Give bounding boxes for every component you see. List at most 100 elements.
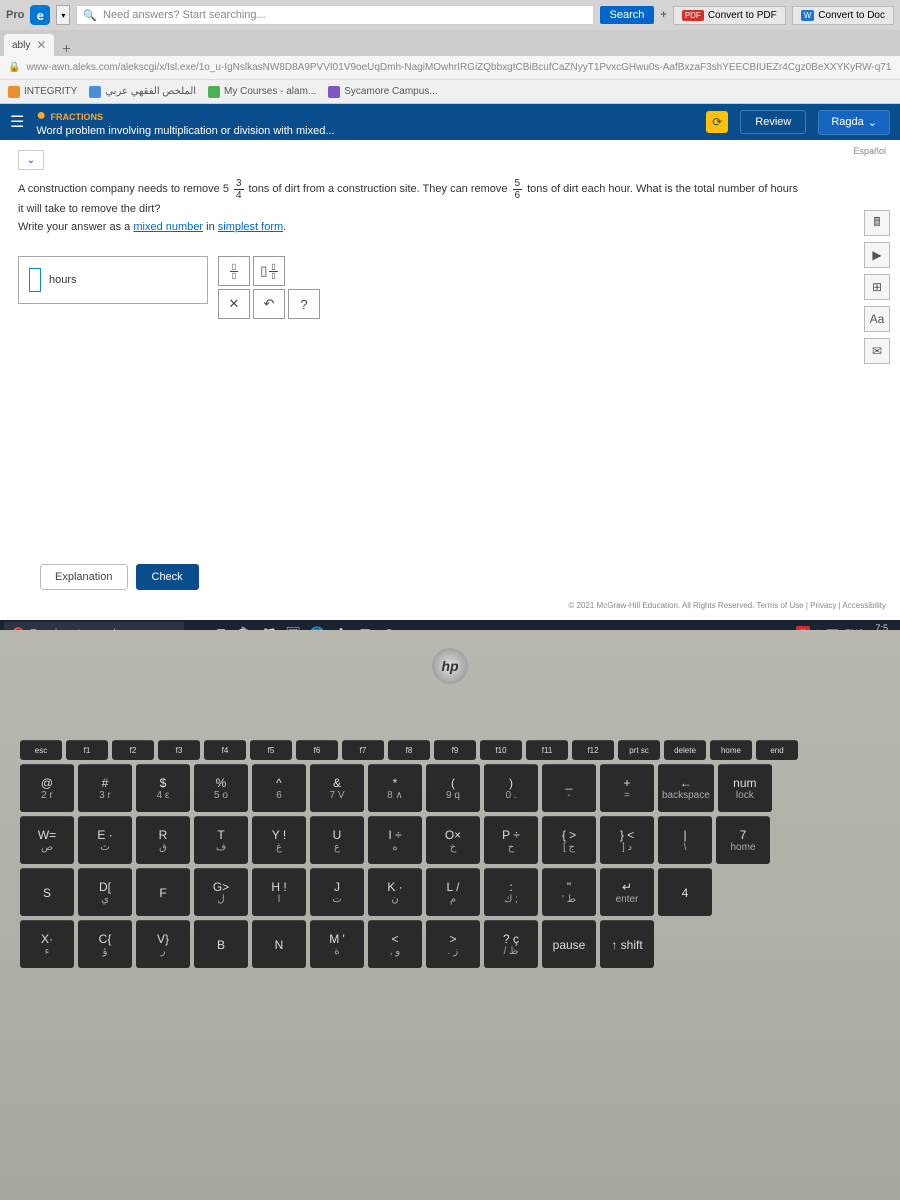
key: M 'ة	[310, 920, 364, 968]
key-f8: f8	[388, 740, 430, 760]
chegg-search-bar[interactable]: 🔍 Need answers? Start searching...	[76, 5, 593, 25]
clear-tool[interactable]: ✕	[218, 289, 250, 319]
key: ↵enter	[600, 868, 654, 916]
undo-tool[interactable]: ↶	[253, 289, 285, 319]
key-f2: f2	[112, 740, 154, 760]
key: Jت	[310, 868, 364, 916]
bookmark-sycamore[interactable]: Sycamore Campus...	[328, 86, 437, 98]
mixed-number-link[interactable]: mixed number	[133, 221, 203, 233]
key: #3 r	[78, 764, 132, 812]
laptop-body: hp escf1f2f3f4f5f6f7f8f9f10f11f12prt scd…	[0, 630, 900, 1200]
bookmark-courses[interactable]: My Courses - alam...	[208, 86, 316, 98]
hamburger-icon[interactable]: ☰	[10, 112, 24, 132]
chevron-down-icon: ⌄	[868, 116, 877, 129]
answer-input-box[interactable]: hours	[18, 256, 208, 304]
key: $4 ε	[136, 764, 190, 812]
check-button[interactable]: Check	[136, 564, 199, 590]
key: *8 ∧	[368, 764, 422, 812]
copyright-text: © 2021 McGraw-Hill Education. All Rights…	[568, 601, 886, 610]
header-text: ● FRACTIONS Word problem involving multi…	[36, 107, 694, 137]
key: } <] د	[600, 816, 654, 864]
search-icon: 🔍	[83, 9, 97, 22]
grid-icon[interactable]: ⊞	[864, 274, 890, 300]
key: B	[194, 920, 248, 968]
key: ^6	[252, 764, 306, 812]
review-button[interactable]: Review	[740, 110, 806, 134]
key: %5 o	[194, 764, 248, 812]
search-button[interactable]: Search	[600, 6, 655, 24]
topic-title: Word problem involving multiplication or…	[36, 125, 694, 137]
new-tab-button[interactable]: +	[54, 40, 78, 56]
key: (9 q	[426, 764, 480, 812]
category-label: FRACTIONS	[50, 112, 103, 122]
key: P ÷ح	[484, 816, 538, 864]
key: W=ص	[20, 816, 74, 864]
content-area: Español ⌄ A construction company needs t…	[0, 140, 900, 620]
url-text: www-awn.aleks.com/alekscgi/x/Isl.exe/1o_…	[26, 62, 892, 73]
convert-pdf-button[interactable]: PDF Convert to PDF	[673, 6, 786, 25]
simplest-form-link[interactable]: simplest form	[218, 221, 283, 233]
url-bar[interactable]: 🔒 www-awn.aleks.com/alekscgi/x/Isl.exe/1…	[0, 56, 900, 80]
hours-label: hours	[49, 274, 77, 286]
key: D[ي	[78, 868, 132, 916]
key: Rق	[136, 816, 190, 864]
explanation-button[interactable]: Explanation	[40, 564, 128, 590]
edge-icon[interactable]: e	[30, 5, 50, 25]
video-icon[interactable]: ▶	[864, 242, 890, 268]
key-home: home	[710, 740, 752, 760]
lock-icon: 🔒	[8, 62, 20, 73]
key: <, و	[368, 920, 422, 968]
convert-doc-button[interactable]: W Convert to Doc	[792, 6, 894, 25]
key-f4: f4	[204, 740, 246, 760]
collapse-button[interactable]: ⌄	[18, 150, 44, 170]
help-tool[interactable]: ?	[288, 289, 320, 319]
key: Uع	[310, 816, 364, 864]
dropdown-btn[interactable]: ▾	[56, 5, 70, 25]
key: I ÷ه	[368, 816, 422, 864]
key: S	[20, 868, 74, 916]
key-f5: f5	[250, 740, 292, 760]
key: _-	[542, 764, 596, 812]
browser-toolbar: Pro e ▾ 🔍 Need answers? Start searching.…	[0, 0, 900, 30]
key: &7 V	[310, 764, 364, 812]
hp-logo: hp	[432, 648, 468, 684]
key: ↑ shift	[600, 920, 654, 968]
key: >. ز	[426, 920, 480, 968]
key: pause	[542, 920, 596, 968]
close-tab-icon[interactable]: ✕	[36, 38, 46, 52]
user-menu-button[interactable]: Ragda ⌄	[818, 110, 890, 135]
key: ? ç/ ظ	[484, 920, 538, 968]
key: +=	[600, 764, 654, 812]
bookmark-integrity[interactable]: INTEGRITY	[8, 86, 77, 98]
message-icon[interactable]: ✉	[864, 338, 890, 364]
key-f11: f11	[526, 740, 568, 760]
key-prtsc: prt sc	[618, 740, 660, 760]
key-f9: f9	[434, 740, 476, 760]
key: G>ل	[194, 868, 248, 916]
refresh-icon[interactable]: ⟳	[706, 111, 728, 133]
key: numlock	[718, 764, 772, 812]
mixed-fraction-tool[interactable]: ▯▯▯	[253, 256, 285, 286]
doc-badge-icon: W	[801, 10, 815, 21]
key: )0 .	[484, 764, 538, 812]
key-f6: f6	[296, 740, 338, 760]
espanol-link[interactable]: Español	[853, 146, 886, 156]
key: F	[136, 868, 190, 916]
browser-tab[interactable]: ably ✕	[4, 34, 54, 56]
key: :ك ;	[484, 868, 538, 916]
key: O×خ	[426, 816, 480, 864]
font-icon[interactable]: Aa	[864, 306, 890, 332]
physical-keyboard: escf1f2f3f4f5f6f7f8f9f10f11f12prt scdele…	[0, 730, 900, 982]
fraction-tool[interactable]: ▯▯	[218, 256, 250, 286]
key: @2 r	[20, 764, 74, 812]
key: { >[ ج	[542, 816, 596, 864]
key-f12: f12	[572, 740, 614, 760]
key-end: end	[756, 740, 798, 760]
key-f3: f3	[158, 740, 200, 760]
calculator-icon[interactable]: 🖩	[864, 210, 890, 236]
tab-bar: ably ✕ +	[0, 30, 900, 56]
bookmark-arabic[interactable]: الملخص الفقهي عربي	[89, 86, 196, 98]
key: "' ط	[542, 868, 596, 916]
aleks-header: ☰ ● FRACTIONS Word problem involving mul…	[0, 104, 900, 140]
key: Y !غ	[252, 816, 306, 864]
